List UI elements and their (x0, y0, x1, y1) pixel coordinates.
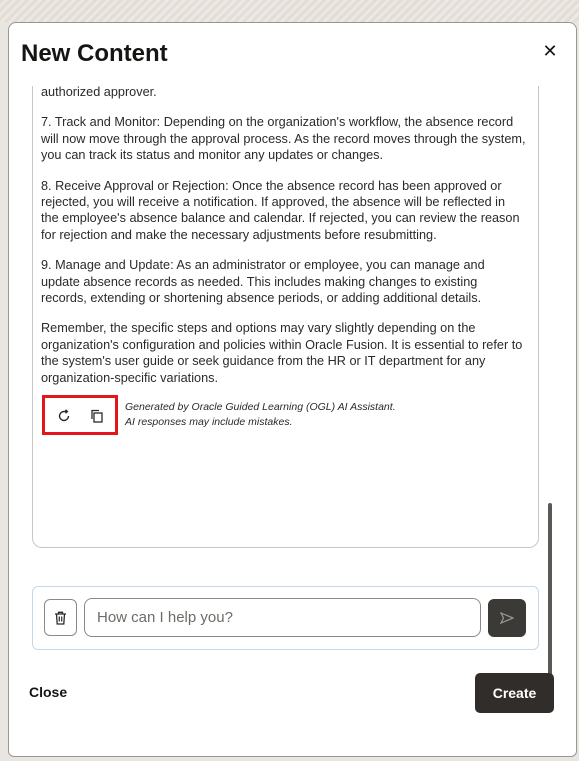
close-icon[interactable]: ✕ (541, 42, 559, 60)
clear-chat-button[interactable] (44, 599, 77, 636)
trash-icon (55, 611, 66, 625)
disclaimer-line: Generated by Oracle Guided Learning (OGL… (125, 401, 396, 414)
send-button[interactable] (488, 599, 526, 637)
response-paragraph: 7. Track and Monitor: Depending on the o… (41, 115, 526, 163)
response-paragraph: 9. Manage and Update: As an administrato… (41, 258, 485, 306)
copy-icon (91, 409, 103, 423)
ai-disclaimer: Generated by Oracle Guided Learning (OGL… (125, 400, 485, 430)
scrollbar[interactable] (548, 503, 552, 675)
response-paragraph: authorized approver. (41, 86, 157, 99)
response-footer: Generated by Oracle Guided Learning (OGL… (41, 395, 526, 440)
chat-input-area (32, 586, 539, 650)
refresh-icon (58, 409, 70, 422)
ai-response-text: authorized approver. 7. Track and Monito… (41, 86, 526, 440)
ai-response-panel: authorized approver. 7. Track and Monito… (32, 86, 539, 548)
regenerate-button[interactable] (54, 406, 74, 426)
send-icon (500, 612, 514, 624)
response-paragraph: Remember, the specific steps and options… (41, 321, 523, 385)
create-button[interactable]: Create (475, 673, 554, 713)
disclaimer-line: AI responses may include mistakes. (125, 416, 293, 429)
background-strip (0, 0, 579, 22)
dialog-title: New Content (21, 40, 168, 67)
response-paragraph: 8. Receive Approval or Rejection: Once t… (41, 178, 520, 242)
copy-button[interactable] (87, 406, 107, 426)
close-button[interactable]: Close (29, 684, 67, 700)
chat-input[interactable] (84, 598, 481, 637)
